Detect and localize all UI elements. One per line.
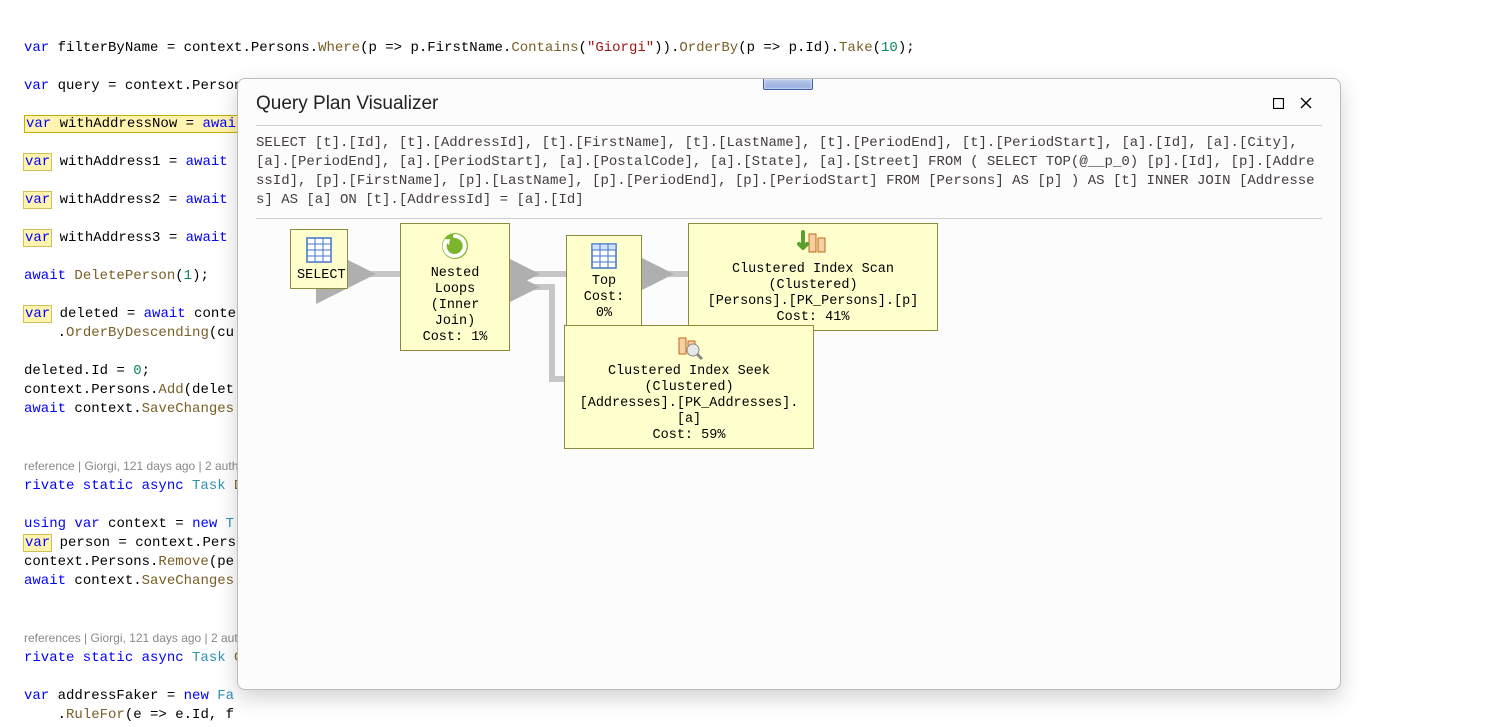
plan-node-label: Top xyxy=(592,274,616,289)
plan-node-nested-loops[interactable]: Nested Loops (Inner Join) Cost: 1% xyxy=(400,223,510,351)
maximize-button[interactable] xyxy=(1264,96,1292,113)
close-button[interactable] xyxy=(1292,96,1320,113)
codelens[interactable]: references | Giorgi, 121 days ago | 2 au… xyxy=(24,631,261,645)
query-plan-visualizer-popup[interactable]: Query Plan Visualizer SELECT [t].[Id], [… xyxy=(237,78,1341,690)
plan-node-index-scan[interactable]: Clustered Index Scan (Clustered) [Person… xyxy=(688,223,938,331)
kw-var: var xyxy=(24,40,49,56)
plan-node-label: Clustered Index Scan (Clustered) xyxy=(732,262,894,293)
plan-node-top[interactable]: Top Cost: 0% xyxy=(566,235,642,327)
execution-plan-canvas[interactable]: SELECT Nested Loops (Inner Join) Cost: 1… xyxy=(238,219,1340,499)
popup-pin-handle[interactable] xyxy=(763,78,813,90)
plan-node-label: SELECT xyxy=(297,268,346,283)
plan-node-label: Nested Loops xyxy=(431,266,480,297)
plan-node-label: Clustered Index Seek (Clustered) xyxy=(608,364,770,395)
close-icon xyxy=(1300,97,1312,109)
popup-title: Query Plan Visualizer xyxy=(256,93,438,115)
table-icon xyxy=(590,242,618,270)
highlighted-line: var withAddressNow = await xyxy=(24,115,246,133)
index-seek-icon xyxy=(671,332,707,360)
plan-node-index-seek[interactable]: Clustered Index Seek (Clustered) [Addres… xyxy=(564,325,814,449)
maximize-icon xyxy=(1273,98,1284,109)
loop-icon xyxy=(439,230,471,262)
codelens[interactable]: reference | Giorgi, 121 days ago | 2 aut… xyxy=(24,459,258,473)
sql-text[interactable]: SELECT [t].[Id], [t].[AddressId], [t].[F… xyxy=(256,125,1322,219)
table-icon xyxy=(305,236,333,264)
index-scan-icon xyxy=(795,230,831,258)
plan-node-select[interactable]: SELECT xyxy=(290,229,348,289)
